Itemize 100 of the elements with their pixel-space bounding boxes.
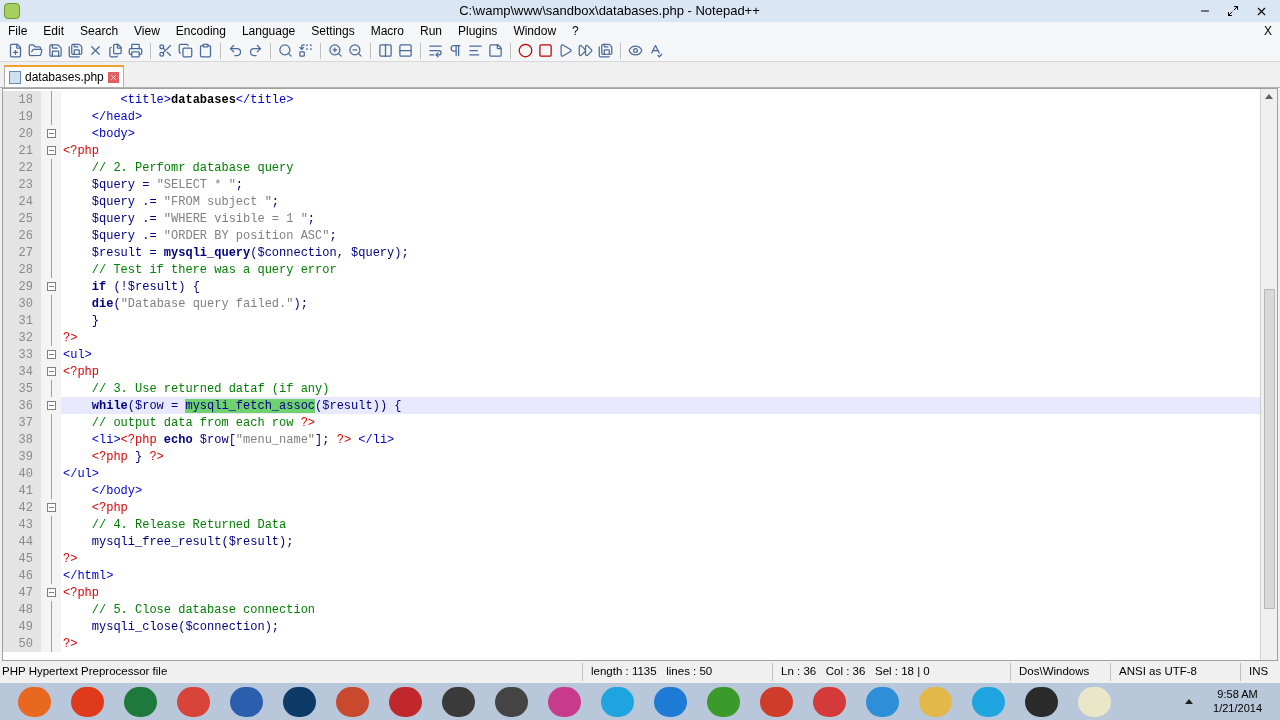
pilcrow-icon[interactable] (448, 43, 463, 58)
menu-item[interactable]: Language (233, 22, 304, 40)
print-icon[interactable] (128, 43, 143, 58)
scroll-thumb[interactable] (1263, 289, 1275, 609)
spell-check-icon[interactable] (648, 43, 663, 58)
line-number: 37 (3, 414, 41, 431)
undo-icon[interactable] (228, 43, 243, 58)
indent-guide-icon[interactable] (468, 43, 483, 58)
line-number: 49 (3, 618, 41, 635)
code-line: $query = "SELECT * "; (90, 176, 244, 194)
line-number: 45 (3, 550, 41, 567)
record-icon[interactable] (518, 43, 533, 58)
status-text: INS (1240, 663, 1280, 681)
app-icon[interactable] (283, 686, 316, 717)
code-line: </head> (90, 108, 143, 126)
fast-forward-icon[interactable] (578, 43, 593, 58)
fold-icon[interactable] (46, 350, 56, 359)
fold-icon[interactable] (46, 129, 56, 138)
code-line: <?php (62, 363, 99, 381)
line-number: 36 (3, 397, 41, 414)
line-number: 47 (3, 584, 41, 601)
scroll-up-icon[interactable] (1265, 94, 1273, 99)
menu-item[interactable]: Search (72, 22, 127, 40)
code-line: ?> (62, 550, 78, 568)
fold-icon[interactable] (46, 146, 56, 155)
menu-item[interactable]: ? (564, 22, 587, 40)
code-line: mysqli_free_result($result); (90, 533, 294, 551)
note-icon[interactable] (488, 43, 503, 58)
line-number: 25 (3, 210, 41, 227)
code-line: // 3. Use returned dataf (if any) (90, 380, 330, 398)
code-line: <?php (62, 142, 99, 160)
line-number: 44 (3, 533, 41, 550)
code-line: </body> (90, 482, 143, 500)
line-number: 41 (3, 482, 41, 499)
show-hidden-icons-icon[interactable] (1185, 699, 1194, 704)
word-wrap-icon[interactable] (428, 43, 443, 58)
fold-icon[interactable] (46, 503, 56, 512)
status-text: Dos\Windows (1010, 663, 1110, 681)
save-all-icon[interactable] (68, 43, 83, 58)
code-line: ?> (62, 329, 78, 347)
menu-item[interactable]: Encoding (167, 22, 234, 40)
line-number: 32 (3, 329, 41, 346)
menu-item[interactable]: Settings (303, 22, 363, 40)
menu-item[interactable]: Plugins (450, 22, 506, 40)
clock-time[interactable]: 9:58 AM (1217, 687, 1258, 702)
folder-icon[interactable] (28, 43, 43, 58)
save-icon[interactable] (48, 43, 63, 58)
close-document-button[interactable]: X (1264, 22, 1280, 40)
file-tab[interactable]: databases.php (4, 65, 124, 87)
redo-icon[interactable] (248, 43, 263, 58)
replace-icon[interactable] (298, 43, 313, 58)
line-number: 29 (3, 278, 41, 295)
zoom-in-icon[interactable] (328, 43, 343, 58)
app-icon[interactable] (230, 686, 263, 717)
app-icon[interactable] (1025, 686, 1058, 717)
line-number: 26 (3, 227, 41, 244)
search-icon[interactable] (278, 43, 293, 58)
menu-item[interactable]: Run (412, 22, 450, 40)
scrollbar[interactable] (1260, 89, 1277, 660)
line-number: 43 (3, 516, 41, 533)
code-line: <?php } ?> (90, 448, 164, 466)
sync-horizontal-icon[interactable] (398, 43, 413, 58)
copy-icon[interactable] (178, 43, 193, 58)
code-line: $query .= "ORDER BY position ASC"; (90, 227, 337, 245)
app-icon[interactable] (495, 686, 528, 717)
zoom-out-icon[interactable] (348, 43, 363, 58)
stop-icon[interactable] (538, 43, 553, 58)
code-line: while($row = mysqli_fetch_assoc($result)) { (90, 397, 402, 415)
eye-icon[interactable] (628, 43, 643, 58)
close-all-icon[interactable] (108, 43, 123, 58)
menu-item[interactable]: View (126, 22, 168, 40)
fold-icon[interactable] (46, 367, 56, 376)
new-file-icon[interactable] (8, 43, 23, 58)
fold-icon[interactable] (46, 588, 56, 597)
save-macro-icon[interactable] (598, 43, 613, 58)
menu-item[interactable]: File (0, 22, 36, 40)
menu-item[interactable]: Macro (362, 22, 412, 40)
status-text: PHP Hypertext Preprocessor file (1, 664, 169, 680)
code-line: <?php (90, 499, 128, 517)
line-number: 46 (3, 567, 41, 584)
fold-icon[interactable] (46, 401, 56, 410)
play-icon[interactable] (558, 43, 573, 58)
code-line: // 4. Release Returned Data (90, 516, 287, 534)
menu-item[interactable]: Window (505, 22, 565, 40)
line-number: 30 (3, 295, 41, 312)
line-number: 34 (3, 363, 41, 380)
line-number: 33 (3, 346, 41, 363)
line-number: 38 (3, 431, 41, 448)
maximize-icon[interactable] (1227, 5, 1239, 17)
clock-date[interactable]: 1/21/2014 (1213, 701, 1262, 716)
paste-icon[interactable] (198, 43, 213, 58)
line-number: 48 (3, 601, 41, 618)
app-icon[interactable] (442, 686, 475, 717)
code-line: <ul> (62, 346, 92, 364)
line-number: 23 (3, 176, 41, 193)
menu-item[interactable]: Edit (35, 22, 73, 40)
fold-icon[interactable] (46, 282, 56, 291)
cut-icon[interactable] (158, 43, 173, 58)
sync-vertical-icon[interactable] (378, 43, 393, 58)
line-number: 22 (3, 159, 41, 176)
